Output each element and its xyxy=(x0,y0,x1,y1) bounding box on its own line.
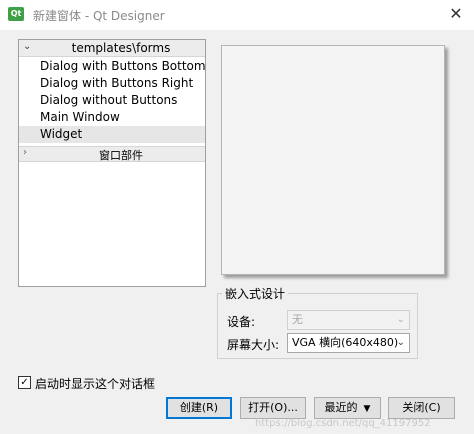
chevron-down-icon: ⌄ xyxy=(396,337,405,348)
tree-item-widget[interactable]: Widget xyxy=(19,126,205,143)
chevron-right-icon: › xyxy=(23,147,27,158)
screen-size-select[interactable]: VGA 横向(640x480) ⌄ xyxy=(287,333,410,353)
create-button[interactable]: 创建(R) xyxy=(166,397,232,419)
screen-size-label: 屏幕大小: xyxy=(227,338,280,352)
tree-section-templates-forms[interactable]: ⌄ templates\forms xyxy=(19,40,205,57)
title-bar: Qt 新建窗体 - Qt Designer ✕ xyxy=(0,0,474,30)
show-on-startup-checkbox[interactable]: ✓ xyxy=(18,376,31,389)
tree-section-label: 窗口部件 xyxy=(99,149,143,162)
chevron-down-icon: ⌄ xyxy=(396,314,405,325)
tree-section-widgets[interactable]: › 窗口部件 xyxy=(19,146,205,162)
show-on-startup-label[interactable]: 启动时显示这个对话框 xyxy=(35,375,155,392)
tree-item-dialog-buttons-right[interactable]: Dialog with Buttons Right xyxy=(19,75,205,92)
device-label: 设备: xyxy=(227,315,256,329)
device-select-value: 无 xyxy=(292,313,303,326)
tree-section-label: templates\forms xyxy=(71,41,171,55)
recent-button-label: 最近的 xyxy=(324,401,358,414)
close-button[interactable]: 关闭(C) xyxy=(388,397,455,419)
close-window-button[interactable]: ✕ xyxy=(444,3,468,25)
chevron-down-icon: ⌄ xyxy=(23,41,32,52)
new-form-dialog: Qt 新建窗体 - Qt Designer ✕ ⌄ templates\form… xyxy=(0,0,474,434)
dropdown-arrow-icon: ▼ xyxy=(363,404,371,414)
tree-item-dialog-buttons-bottom[interactable]: Dialog with Buttons Bottom xyxy=(19,58,206,75)
tree-item-main-window[interactable]: Main Window xyxy=(19,109,205,126)
embedded-design-title: 嵌入式设计 xyxy=(222,285,289,302)
recent-button[interactable]: 最近的 ▼ xyxy=(314,397,381,419)
screen-size-select-value: VGA 横向(640x480) xyxy=(292,336,399,349)
window-title: 新建窗体 - Qt Designer xyxy=(33,9,165,23)
qt-logo-icon: Qt xyxy=(8,7,24,21)
tree-item-dialog-without-buttons[interactable]: Dialog without Buttons xyxy=(19,92,205,109)
watermark: https://blog.csdn.net/qq_41197952 xyxy=(255,418,431,429)
form-preview xyxy=(221,45,445,275)
template-tree[interactable]: ⌄ templates\forms Dialog with Buttons Bo… xyxy=(18,39,206,287)
open-button[interactable]: 打开(O)... xyxy=(240,397,306,419)
device-select: 无 ⌄ xyxy=(287,310,410,330)
